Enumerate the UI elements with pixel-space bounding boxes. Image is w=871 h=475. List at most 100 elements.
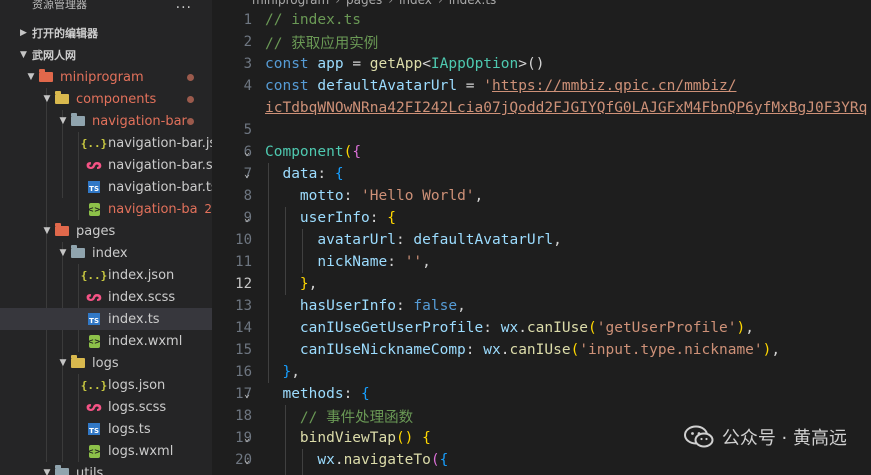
code-text: // index.ts	[265, 12, 361, 28]
code-token: (	[570, 342, 580, 358]
tree-item[interactable]: ▼ miniprogram	[0, 66, 212, 88]
code-text: motto: 'Hello World',	[265, 188, 483, 204]
code-line[interactable]: icTdbqWNOwNRna42FI242Lcia07jQodd2FJGIYQf…	[212, 97, 871, 119]
workspace-section[interactable]: ▼ 武网人网	[0, 44, 212, 66]
tree-item[interactable]: ▼ navigation-bar	[0, 110, 212, 132]
indent-guide	[285, 207, 286, 295]
tree-item-label: index.scss	[108, 289, 176, 305]
code-line[interactable]: 11 nickName: '',	[212, 251, 871, 273]
fold-chevron-icon[interactable]: ⌄	[244, 147, 250, 158]
tree-item[interactable]: ▼ utils	[0, 462, 212, 475]
code-text: // 事件处理函数	[265, 406, 413, 427]
scss-file-icon: ᔕ	[86, 157, 102, 173]
code-token: motto	[265, 188, 344, 204]
tree-item-label: logs.json	[108, 377, 166, 393]
tree-item[interactable]: TS navigation-bar.ts	[0, 176, 212, 198]
code-text: nickName: '',	[265, 254, 431, 270]
code-text: const defaultAvatarUrl = 'https://mmbiz.…	[265, 78, 736, 94]
code-token: IAppOption	[430, 56, 519, 72]
tree-item[interactable]: TS logs.ts	[0, 418, 212, 440]
folder-icon	[54, 465, 70, 475]
indent-guide	[268, 163, 269, 383]
code-line[interactable]: 10 avatarUrl: defaultAvatarUrl,	[212, 229, 871, 251]
code-line[interactable]: 9 ⌄ userInfo: {	[212, 207, 871, 229]
tree-item[interactable]: <> index.wxml	[0, 330, 212, 352]
line-number: 3	[243, 56, 252, 72]
code-line[interactable]: 3 const app = getApp<IAppOption>()	[212, 53, 871, 75]
scss-file-icon: ᔕ	[86, 289, 102, 305]
code-token: '	[483, 78, 493, 94]
open-editors-section[interactable]: ▶ 打开的编辑器	[0, 22, 212, 44]
scss-file-icon: ᔕ	[86, 399, 102, 415]
code-token: {	[387, 210, 396, 226]
problem-count-badge: 2	[204, 202, 212, 216]
more-actions-button[interactable]: ...	[176, 0, 192, 12]
wxml-file-icon: <>	[87, 334, 101, 348]
code-line[interactable]: 20 ⌄ wx.navigateTo({	[212, 449, 871, 471]
tree-item-label: logs.wxml	[108, 443, 174, 459]
tree-item[interactable]: ᔕ index.scss	[0, 286, 212, 308]
code-token: <	[422, 56, 431, 72]
tree-item[interactable]: ᔕ navigation-bar.scss	[0, 154, 212, 176]
tree-item[interactable]: ▼ logs	[0, 352, 212, 374]
code-line[interactable]: 13 hasUserInfo: false,	[212, 295, 871, 317]
code-line[interactable]: 7 ⌄ data: {	[212, 163, 871, 185]
code-line[interactable]: 5	[212, 119, 871, 141]
fold-chevron-icon[interactable]: ⌄	[244, 169, 250, 180]
tree-item-label: index.ts	[108, 311, 160, 327]
tree-item[interactable]: <> navigation-ba... 2	[0, 198, 212, 220]
code-token: app	[317, 56, 344, 72]
code-token: hasUserInfo	[265, 298, 396, 314]
code-editor[interactable]: 1 // index.ts 2 // 获取应用实例 3 const app = getAp…	[212, 0, 871, 475]
tree-item-label: utils	[76, 465, 104, 475]
code-token: // 事件处理函数	[265, 409, 414, 426]
code-token: =	[343, 56, 370, 72]
code-text: // 获取应用实例	[265, 32, 378, 53]
code-token: userInfo	[265, 210, 370, 226]
chevron-down-icon: ▼	[43, 468, 51, 475]
json-file-icon: {..}	[80, 268, 108, 282]
code-token: ()	[395, 430, 414, 446]
line-number: 13	[235, 298, 252, 314]
fold-chevron-icon[interactable]: ⌄	[244, 433, 250, 444]
code-token: .	[518, 320, 527, 336]
tree-item[interactable]: <> logs.wxml	[0, 440, 212, 462]
tree-item[interactable]: TS index.ts	[0, 308, 212, 330]
code-token: ,	[457, 298, 466, 314]
code-token: }	[265, 276, 309, 292]
code-token: :	[395, 298, 414, 314]
fold-chevron-icon[interactable]: ⌄	[244, 455, 250, 466]
code-token: const	[265, 78, 318, 94]
watermark: 公众号 · 黄高远	[683, 424, 847, 450]
tree-item[interactable]: {..}navigation-bar.json	[0, 132, 212, 154]
code-token: canIUse	[509, 342, 571, 358]
code-line[interactable]: 12 },	[212, 273, 871, 295]
tree-item[interactable]: ▼ index	[0, 242, 212, 264]
code-token: ,	[771, 342, 781, 358]
code-token: (	[343, 144, 353, 160]
code-line[interactable]: 2 // 获取应用实例	[212, 31, 871, 53]
code-line[interactable]: 17 ⌄ methods: {	[212, 383, 871, 405]
tree-item[interactable]: ▼ pages	[0, 220, 212, 242]
tree-item[interactable]: {..} logs.json	[0, 374, 212, 396]
tree-item[interactable]: {..} index.json	[0, 264, 212, 286]
code-line[interactable]: 16 },	[212, 361, 871, 383]
code-line[interactable]: 14 canIUseGetUserProfile: wx.canIUse('ge…	[212, 317, 871, 339]
code-text: data: {	[265, 166, 343, 182]
code-line[interactable]: 6 ⌄ Component({	[212, 141, 871, 163]
tree-item[interactable]: ᔕ logs.scss	[0, 396, 212, 418]
code-token: // index.ts	[265, 12, 362, 28]
code-token: // 获取应用实例	[265, 35, 379, 52]
code-line[interactable]: 1 // index.ts	[212, 9, 871, 31]
code-line[interactable]: 4 const defaultAvatarUrl = 'https://mmbiz…	[212, 75, 871, 97]
code-line[interactable]: 8 motto: 'Hello World',	[212, 185, 871, 207]
code-text: bindViewTap() {	[265, 430, 431, 446]
code-line[interactable]: 15 canIUseNicknameComp: wx.canIUse('inpu…	[212, 339, 871, 361]
code-text: const app = getApp<IAppOption>()	[265, 56, 544, 72]
chevron-down-icon: ▼	[59, 248, 67, 258]
fold-chevron-icon[interactable]: ⌄	[244, 213, 250, 224]
chevron-down-icon: ▼	[59, 116, 67, 126]
fold-chevron-icon[interactable]: ⌄	[244, 389, 250, 400]
tree-item[interactable]: ▼ components	[0, 88, 212, 110]
